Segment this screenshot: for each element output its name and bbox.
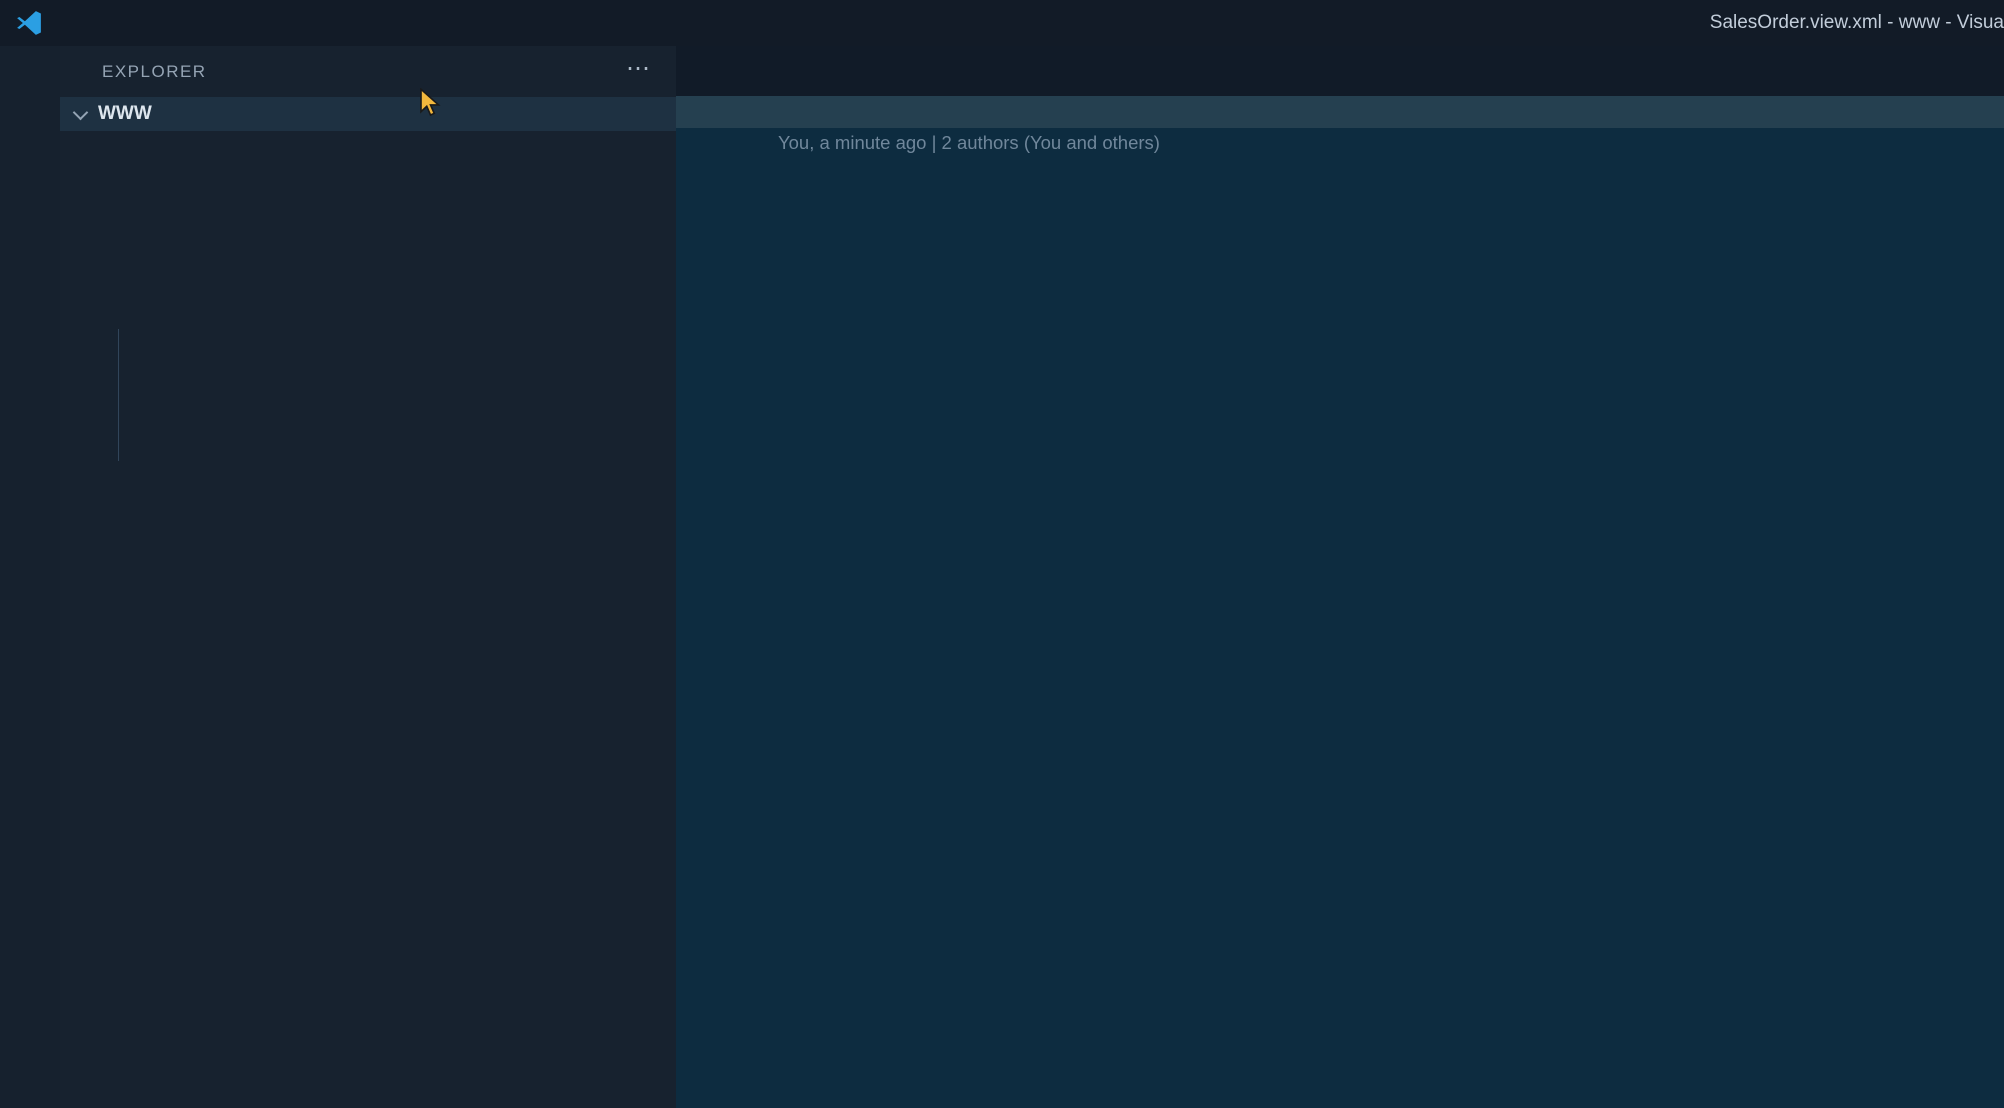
editor-group: You, a minute ago | 2 authors (You and o… xyxy=(676,46,2004,1108)
activity-bar xyxy=(0,46,60,1108)
explorer-header: EXPLORER ⋯ xyxy=(60,46,676,97)
tab-bar xyxy=(676,46,2004,96)
mouse-cursor xyxy=(418,88,444,118)
more-actions-icon[interactable]: ⋯ xyxy=(626,54,652,83)
title-bar: SalesOrder.view.xml - www - Visua xyxy=(0,0,2004,46)
codelens-blame[interactable]: You, a minute ago | 2 authors (You and o… xyxy=(676,128,2004,158)
explorer-sidebar: EXPLORER ⋯ WWW xyxy=(60,46,676,1108)
chevron-down-icon xyxy=(73,104,89,120)
code-editor[interactable]: You, a minute ago | 2 authors (You and o… xyxy=(676,128,2004,1108)
root-folder-label: WWW xyxy=(98,103,152,125)
vscode-logo-icon xyxy=(14,8,44,38)
vscode-window: { "window": { "title": "SalesOrder.view.… xyxy=(0,0,2004,1108)
explorer-root-row[interactable]: WWW xyxy=(60,97,676,131)
breadcrumb xyxy=(676,96,2004,128)
tree-indent-guide xyxy=(118,329,119,461)
window-title: SalesOrder.view.xml - www - Visua xyxy=(1404,0,2004,46)
explorer-title: EXPLORER xyxy=(102,62,207,82)
